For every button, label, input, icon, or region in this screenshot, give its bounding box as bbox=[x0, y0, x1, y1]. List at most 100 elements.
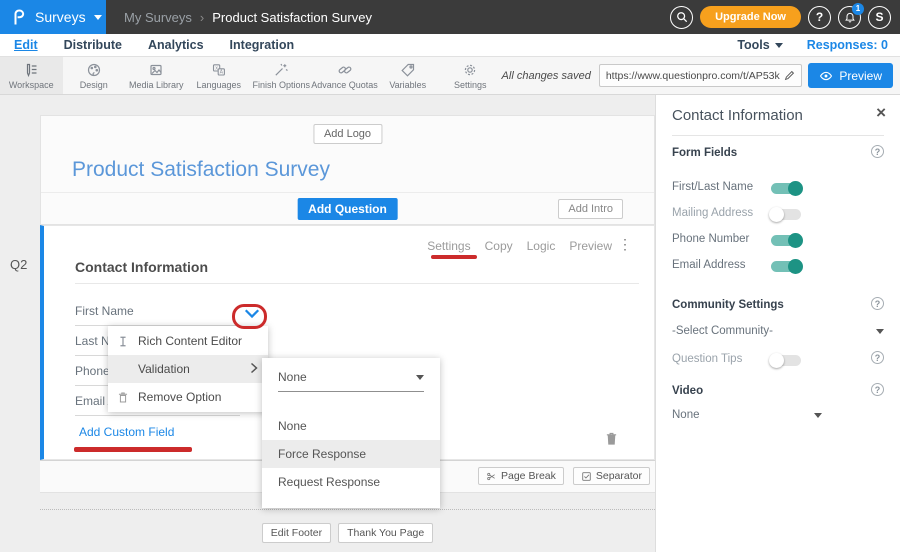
question-settings-panel: Contact Information × Form Fields ? Firs… bbox=[655, 95, 900, 552]
add-logo-button[interactable]: Add Logo bbox=[313, 124, 382, 144]
eye-icon bbox=[819, 71, 833, 81]
breadcrumb: My Surveys › Product Satisfaction Survey bbox=[124, 10, 372, 25]
breadcrumb-current: Product Satisfaction Survey bbox=[212, 10, 372, 25]
survey-header-card: Add Logo Product Satisfaction Survey Add… bbox=[40, 115, 655, 225]
add-question-button[interactable]: Add Question bbox=[297, 198, 398, 220]
separator-button[interactable]: Separator bbox=[573, 467, 650, 485]
delete-question-icon[interactable] bbox=[605, 431, 618, 451]
question-copy-link[interactable]: Copy bbox=[485, 239, 513, 253]
question-title[interactable]: Contact Information bbox=[75, 259, 208, 275]
more-actions-icon[interactable]: ⋮ bbox=[618, 236, 632, 253]
question-tips-label: Question Tips bbox=[672, 353, 742, 365]
question-tips-help-icon[interactable]: ? bbox=[871, 351, 884, 364]
form-fields-help-icon[interactable]: ? bbox=[871, 145, 884, 158]
help-button[interactable]: ? bbox=[808, 6, 831, 29]
tools-menu[interactable]: Tools bbox=[737, 38, 782, 52]
field-first-name[interactable]: First Name bbox=[75, 296, 240, 326]
workspace-icon bbox=[23, 62, 39, 78]
upgrade-now-button[interactable]: Upgrade Now bbox=[700, 6, 801, 28]
toggle-question-tips[interactable] bbox=[771, 355, 801, 366]
toggle-phone-number[interactable] bbox=[771, 235, 801, 246]
toggle-label-email-address: Email Address bbox=[672, 259, 746, 271]
search-button[interactable] bbox=[670, 6, 693, 29]
magic-wand-icon bbox=[273, 62, 289, 78]
breadcrumb-my-surveys[interactable]: My Surveys bbox=[124, 10, 192, 25]
help-icon: ? bbox=[816, 10, 823, 24]
toggle-knob bbox=[769, 207, 784, 222]
preview-button-label: Preview bbox=[839, 69, 882, 83]
avatar[interactable]: S bbox=[868, 6, 891, 29]
panel-divider bbox=[672, 135, 884, 136]
toolbar-design-label: Design bbox=[80, 80, 108, 90]
toolbar-design[interactable]: Design bbox=[63, 57, 126, 94]
scissors-icon bbox=[486, 471, 497, 482]
toolbar-media-library-label: Media Library bbox=[129, 80, 184, 90]
image-icon bbox=[148, 62, 164, 78]
toggle-knob bbox=[788, 233, 803, 248]
community-select[interactable]: -Select Community- bbox=[672, 325, 773, 337]
community-settings-help-icon[interactable]: ? bbox=[871, 297, 884, 310]
add-intro-button[interactable]: Add Intro bbox=[558, 199, 623, 219]
question-logic-link[interactable]: Logic bbox=[527, 239, 556, 253]
thank-you-page-button[interactable]: Thank You Page bbox=[338, 523, 433, 543]
page-break-label: Page Break bbox=[501, 470, 556, 482]
toolbar-variables[interactable]: Variables bbox=[377, 57, 440, 94]
survey-header-strip: Add Question Add Intro bbox=[41, 192, 654, 224]
toggle-mailing-address[interactable] bbox=[771, 209, 801, 220]
field-context-menu: Rich Content Editor Validation Remove Op… bbox=[108, 326, 268, 412]
tab-distribute[interactable]: Distribute bbox=[64, 38, 122, 52]
chevron-down-icon[interactable] bbox=[876, 329, 884, 334]
nav-bar: Edit Distribute Analytics Integration To… bbox=[0, 34, 900, 57]
product-menu[interactable]: Surveys bbox=[0, 0, 106, 34]
toggle-knob bbox=[788, 181, 803, 196]
text-cursor-icon bbox=[108, 335, 138, 348]
edit-footer-button[interactable]: Edit Footer bbox=[262, 523, 331, 543]
add-custom-field-link[interactable]: Add Custom Field bbox=[79, 425, 174, 439]
survey-title[interactable]: Product Satisfaction Survey bbox=[72, 158, 330, 182]
option-request-response[interactable]: Request Response bbox=[262, 468, 440, 496]
close-icon[interactable]: × bbox=[876, 103, 886, 123]
chevron-down-icon bbox=[94, 15, 102, 20]
question-preview-link[interactable]: Preview bbox=[569, 239, 612, 253]
toolbar-settings-label: Settings bbox=[454, 80, 487, 90]
toggle-email-address[interactable] bbox=[771, 261, 801, 272]
toolbar-media-library[interactable]: Media Library bbox=[125, 57, 188, 94]
annotation-add-custom-field-underline bbox=[74, 447, 192, 452]
toolbar-workspace[interactable]: Workspace bbox=[0, 57, 63, 94]
topbar-actions: Upgrade Now ? 1 S bbox=[670, 6, 900, 29]
toggle-first-last-name[interactable] bbox=[771, 183, 801, 194]
toolbar-finish-options[interactable]: Finish Options bbox=[250, 57, 313, 94]
survey-url-input[interactable] bbox=[606, 70, 780, 82]
chevron-down-icon bbox=[775, 43, 783, 48]
editor-toolbar: Workspace Design Media Library xA Langua… bbox=[0, 57, 900, 95]
tab-integration[interactable]: Integration bbox=[230, 38, 295, 52]
tab-edit[interactable]: Edit bbox=[14, 38, 38, 52]
top-bar: Surveys My Surveys › Product Satisfactio… bbox=[0, 0, 900, 34]
option-none[interactable]: None bbox=[262, 412, 440, 440]
survey-url-field[interactable] bbox=[599, 64, 802, 87]
insert-buttons: Page Break Separator bbox=[478, 467, 650, 485]
toolbar-languages[interactable]: xA Languages bbox=[188, 57, 251, 94]
page-break-button[interactable]: Page Break bbox=[478, 467, 564, 485]
responses-link[interactable]: Responses: 0 bbox=[807, 38, 888, 52]
validation-select[interactable]: None bbox=[278, 370, 424, 392]
toolbar-advance-quotas[interactable]: Advance Quotas bbox=[313, 57, 377, 94]
toolbar-settings[interactable]: Settings bbox=[439, 57, 502, 94]
menu-item-rich-content-editor[interactable]: Rich Content Editor bbox=[108, 327, 268, 355]
video-select[interactable]: None bbox=[672, 409, 700, 421]
save-status: All changes saved bbox=[502, 70, 591, 82]
video-help-icon[interactable]: ? bbox=[871, 383, 884, 396]
separator-label: Separator bbox=[596, 470, 642, 482]
question-settings-link[interactable]: Settings bbox=[427, 239, 470, 253]
menu-item-remove-option[interactable]: Remove Option bbox=[108, 383, 268, 411]
nav-tabs: Edit Distribute Analytics Integration bbox=[0, 38, 294, 52]
toolbar-variables-label: Variables bbox=[389, 80, 426, 90]
option-force-response[interactable]: Force Response bbox=[262, 440, 440, 468]
tab-analytics[interactable]: Analytics bbox=[148, 38, 204, 52]
app-root: Surveys My Surveys › Product Satisfactio… bbox=[0, 0, 900, 552]
preview-button[interactable]: Preview bbox=[808, 63, 893, 88]
menu-item-validation[interactable]: Validation bbox=[108, 355, 268, 383]
pencil-icon[interactable] bbox=[784, 70, 795, 81]
notifications-button[interactable]: 1 bbox=[838, 6, 861, 29]
chevron-down-icon[interactable] bbox=[814, 413, 822, 418]
